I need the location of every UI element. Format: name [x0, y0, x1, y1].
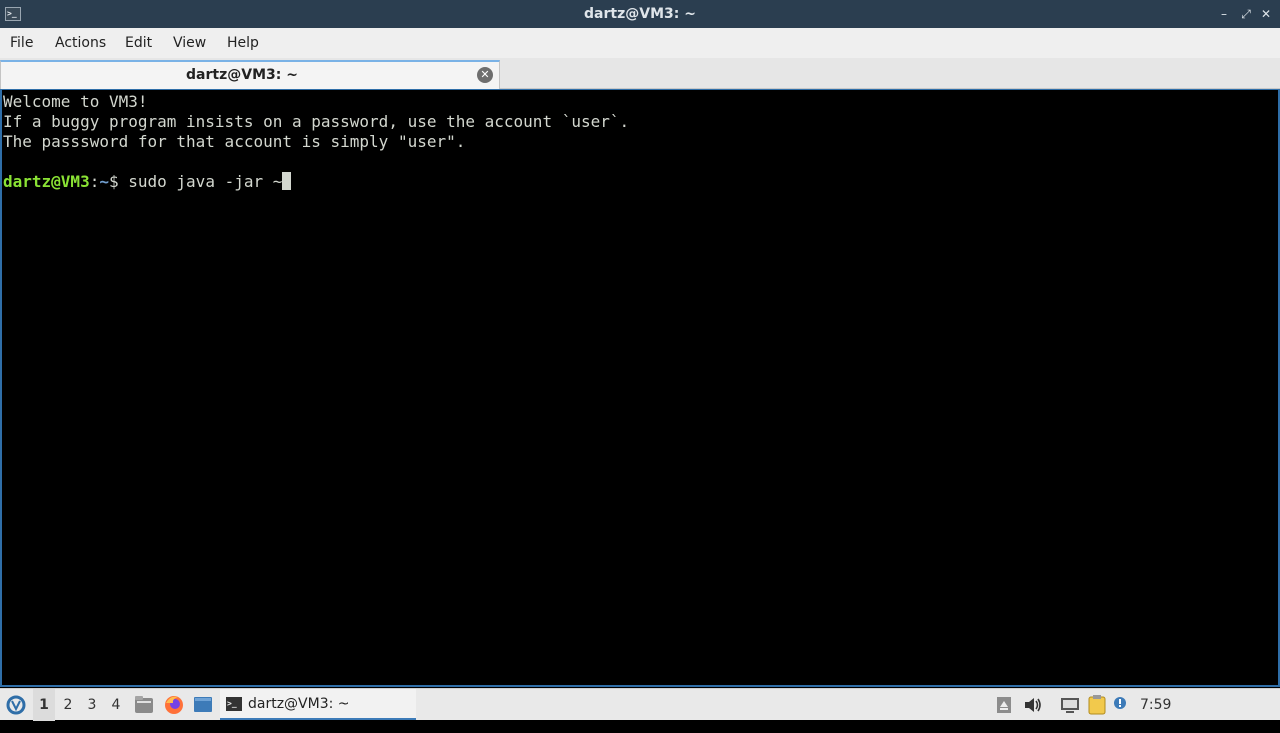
show-desktop-icon[interactable] [193, 689, 213, 721]
terminal-icon: >_ [226, 697, 242, 711]
terminal-output[interactable]: Welcome to VM3! If a buggy program insis… [0, 89, 1280, 687]
terminal-line: Welcome to VM3! [3, 92, 148, 111]
prompt-line: dartz@VM3:~$ sudo java -jar ~ [3, 172, 1278, 192]
taskbar-task-terminal[interactable]: >_ dartz@VM3: ~ [220, 689, 416, 720]
network-icon[interactable] [1060, 689, 1080, 721]
terminal-line: The passsword for that account is simply… [3, 132, 466, 151]
menubar: File Actions Edit View Help [0, 28, 1280, 58]
prompt-symbol: $ [108, 172, 129, 191]
text-cursor [282, 172, 292, 190]
clock[interactable]: 7:59 [1140, 689, 1171, 721]
menu-file[interactable]: File [10, 28, 33, 58]
task-label: dartz@VM3: ~ [248, 696, 350, 712]
update-notifier-icon[interactable] [1112, 689, 1128, 721]
menu-edit[interactable]: Edit [125, 28, 152, 58]
close-circle-icon[interactable]: ✕ [477, 67, 493, 83]
taskbar: 1 2 3 4 >_ dartz@VM3: ~ 7:59 [0, 688, 1280, 721]
prompt-separator: : [89, 172, 100, 191]
eject-icon[interactable] [996, 689, 1012, 721]
lxqt-menu-icon[interactable] [4, 689, 28, 721]
menu-help[interactable]: Help [227, 28, 259, 58]
maximize-button[interactable]: ⤢ [1238, 6, 1254, 22]
window-titlebar: >_ dartz@VM3: ~ – ⤢ ✕ [0, 0, 1280, 28]
workspace-1[interactable]: 1 [33, 689, 55, 721]
tab-terminal[interactable]: dartz@VM3: ~ ✕ [0, 60, 500, 89]
window-title: dartz@VM3: ~ [584, 6, 696, 22]
minimize-button[interactable]: – [1216, 6, 1232, 22]
prompt-user-host: dartz@VM3 [3, 172, 90, 191]
workspace-4[interactable]: 4 [105, 689, 127, 721]
volume-icon[interactable] [1023, 689, 1043, 721]
firefox-icon[interactable] [164, 689, 184, 721]
command-input[interactable]: sudo java -jar ~ [128, 172, 282, 191]
menu-view[interactable]: View [173, 28, 206, 58]
tab-bar: dartz@VM3: ~ ✕ [0, 58, 1280, 89]
close-button[interactable]: ✕ [1258, 6, 1274, 22]
tab-label: dartz@VM3: ~ [186, 67, 298, 83]
workspace-3[interactable]: 3 [81, 689, 103, 721]
clipboard-icon[interactable] [1087, 689, 1107, 721]
menu-actions[interactable]: Actions [55, 28, 106, 58]
workspace-2[interactable]: 2 [57, 689, 79, 721]
file-manager-icon[interactable] [134, 689, 154, 721]
prompt-path: ~ [99, 172, 109, 191]
terminal-line: If a buggy program insists on a password… [3, 112, 630, 131]
